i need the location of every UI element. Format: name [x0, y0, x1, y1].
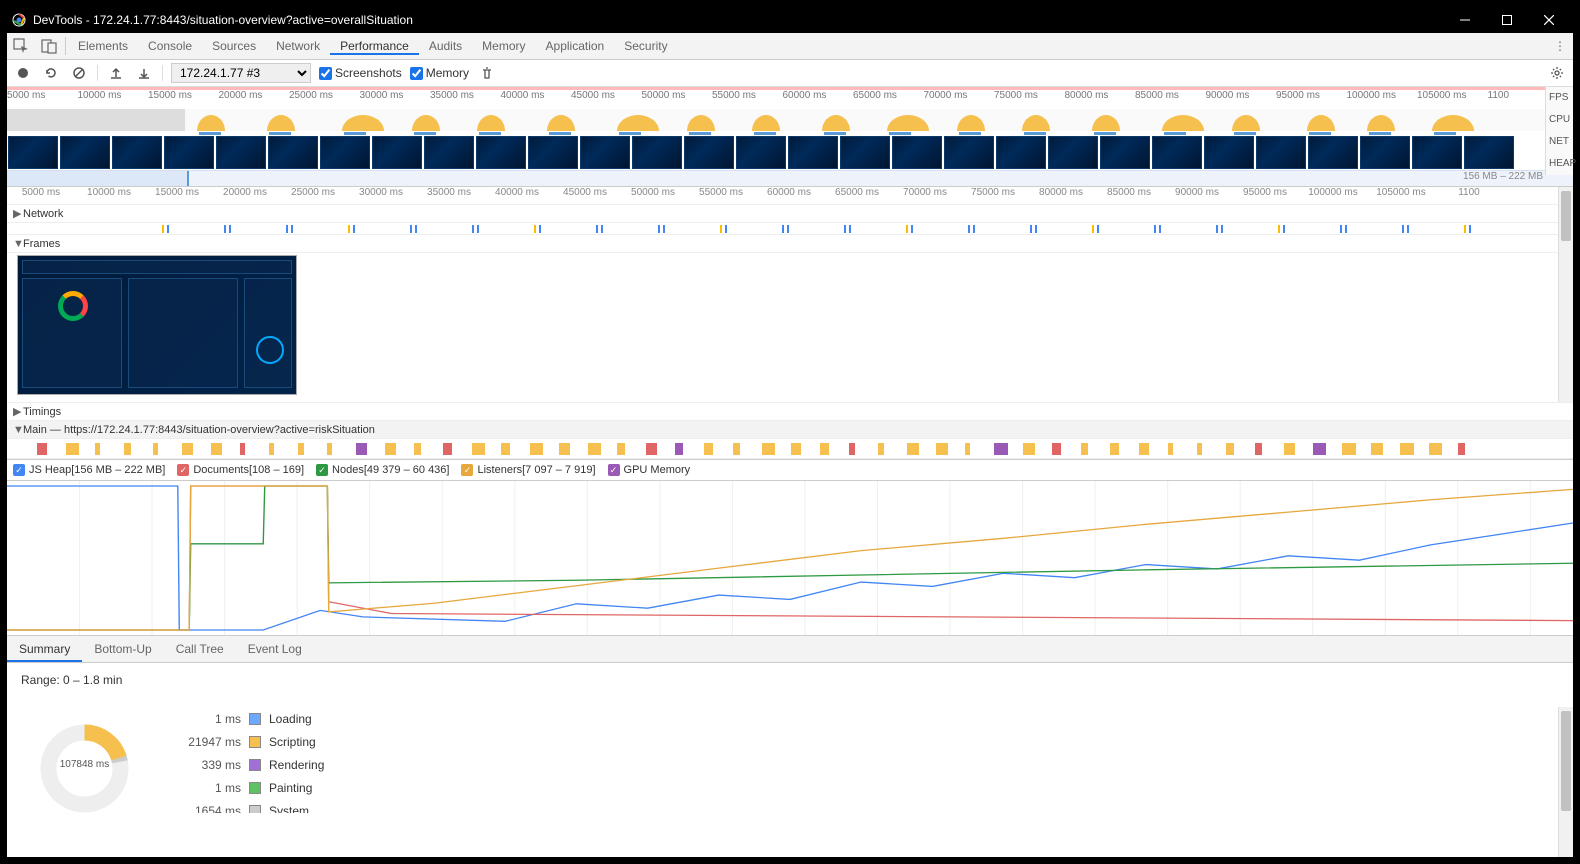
minimize-button[interactable]: [1445, 8, 1485, 32]
screenshots-checkbox[interactable]: Screenshots: [319, 66, 402, 80]
overview-heap-track: 156 MB – 222 MB: [7, 170, 1573, 186]
main-track: [7, 439, 1573, 459]
tab-console[interactable]: Console: [138, 39, 202, 53]
recording-toolbar: 172.24.1.77 #3 Screenshots Memory: [7, 60, 1573, 87]
load-profile-button[interactable]: [106, 63, 126, 83]
flamechart-area[interactable]: 5000 ms10000 ms15000 ms20000 ms25000 ms3…: [7, 187, 1573, 857]
recording-select[interactable]: 172.24.1.77 #3: [171, 63, 311, 83]
main-row-header[interactable]: ▼Main — https://172.24.1.77:8443/situati…: [7, 421, 1573, 439]
tab-elements[interactable]: Elements: [68, 39, 138, 53]
tab-network[interactable]: Network: [266, 39, 330, 53]
memory-legend-nodes[interactable]: ✓Nodes[49 379 – 60 436]: [316, 464, 449, 476]
memory-legend-listeners[interactable]: ✓Listeners[7 097 – 7 919]: [461, 464, 595, 476]
inspect-element-icon[interactable]: [7, 33, 35, 59]
reload-record-button[interactable]: [41, 63, 61, 83]
devtools-menu-icon[interactable]: ⋮: [1547, 39, 1573, 53]
overview-screenshots-track: [7, 135, 1573, 170]
timeline-scrollbar[interactable]: [1558, 187, 1573, 402]
device-toolbar-icon[interactable]: [35, 33, 63, 59]
network-track: [7, 223, 1573, 235]
memory-legend-documents[interactable]: ✓Documents[108 – 169]: [177, 464, 304, 476]
details-tab-event-log[interactable]: Event Log: [236, 636, 314, 662]
overview-ruler: 5000 ms10000 ms15000 ms20000 ms25000 ms3…: [7, 87, 1573, 103]
details-tab-summary[interactable]: Summary: [7, 636, 82, 662]
overview-cpu-track: [7, 109, 1573, 131]
summary-legend-loading: 1 msLoading: [181, 707, 1559, 730]
memory-legend: ✓JS Heap[156 MB – 222 MB] ✓Documents[108 …: [7, 459, 1573, 481]
tab-performance[interactable]: Performance: [330, 39, 419, 55]
summary-scrollbar[interactable]: [1558, 707, 1573, 857]
summary-donut: 107848 ms: [37, 721, 132, 813]
overview-pane[interactable]: 5000 ms10000 ms15000 ms20000 ms25000 ms3…: [7, 87, 1573, 187]
collect-garbage-button[interactable]: [477, 63, 497, 83]
timings-row-header[interactable]: ▶Timings: [7, 403, 1573, 421]
memory-legend-js-heap[interactable]: ✓JS Heap[156 MB – 222 MB]: [13, 464, 165, 476]
maximize-button[interactable]: [1487, 8, 1527, 32]
clear-button[interactable]: [69, 63, 89, 83]
window-titlebar: DevTools - 172.24.1.77:8443/situation-ov…: [7, 7, 1573, 33]
details-tabstrip: SummaryBottom-UpCall TreeEvent Log: [7, 636, 1573, 663]
summary-legend-rendering: 339 msRendering: [181, 753, 1559, 776]
summary-legend-painting: 1 msPainting: [181, 776, 1559, 799]
tab-audits[interactable]: Audits: [419, 39, 472, 53]
memory-chart[interactable]: [7, 481, 1573, 636]
save-profile-button[interactable]: [134, 63, 154, 83]
frames-track: [7, 253, 1573, 403]
details-tab-call-tree[interactable]: Call Tree: [164, 636, 236, 662]
details-tab-bottom-up[interactable]: Bottom-Up: [82, 636, 163, 662]
summary-legend-system: 1654 msSystem: [181, 799, 1559, 813]
frames-row-header[interactable]: ▼Frames: [7, 235, 1573, 253]
tab-application[interactable]: Application: [536, 39, 615, 53]
capture-settings-icon[interactable]: [1547, 63, 1567, 83]
summary-pane: Range: 0 – 1.8 min 107848 ms 1 msLoading…: [7, 663, 1573, 813]
memory-legend-gpu-memory[interactable]: ✓GPU Memory: [608, 464, 691, 476]
summary-legend-scripting: 21947 msScripting: [181, 730, 1559, 753]
timeline-ruler: 5000 ms10000 ms15000 ms20000 ms25000 ms3…: [7, 187, 1573, 205]
close-button[interactable]: [1529, 8, 1569, 32]
tab-sources[interactable]: Sources: [202, 39, 266, 53]
devtools-tabstrip: ElementsConsoleSourcesNetworkPerformance…: [7, 33, 1573, 60]
frame-screenshot: [17, 255, 297, 395]
summary-range: Range: 0 – 1.8 min: [21, 673, 1559, 687]
window-title: DevTools - 172.24.1.77:8443/situation-ov…: [33, 13, 1445, 27]
network-row-header[interactable]: ▶Network: [7, 205, 1573, 223]
memory-checkbox[interactable]: Memory: [410, 66, 469, 80]
chrome-icon: [11, 12, 27, 28]
tab-security[interactable]: Security: [614, 39, 677, 53]
record-button[interactable]: [13, 63, 33, 83]
tab-memory[interactable]: Memory: [472, 39, 535, 53]
